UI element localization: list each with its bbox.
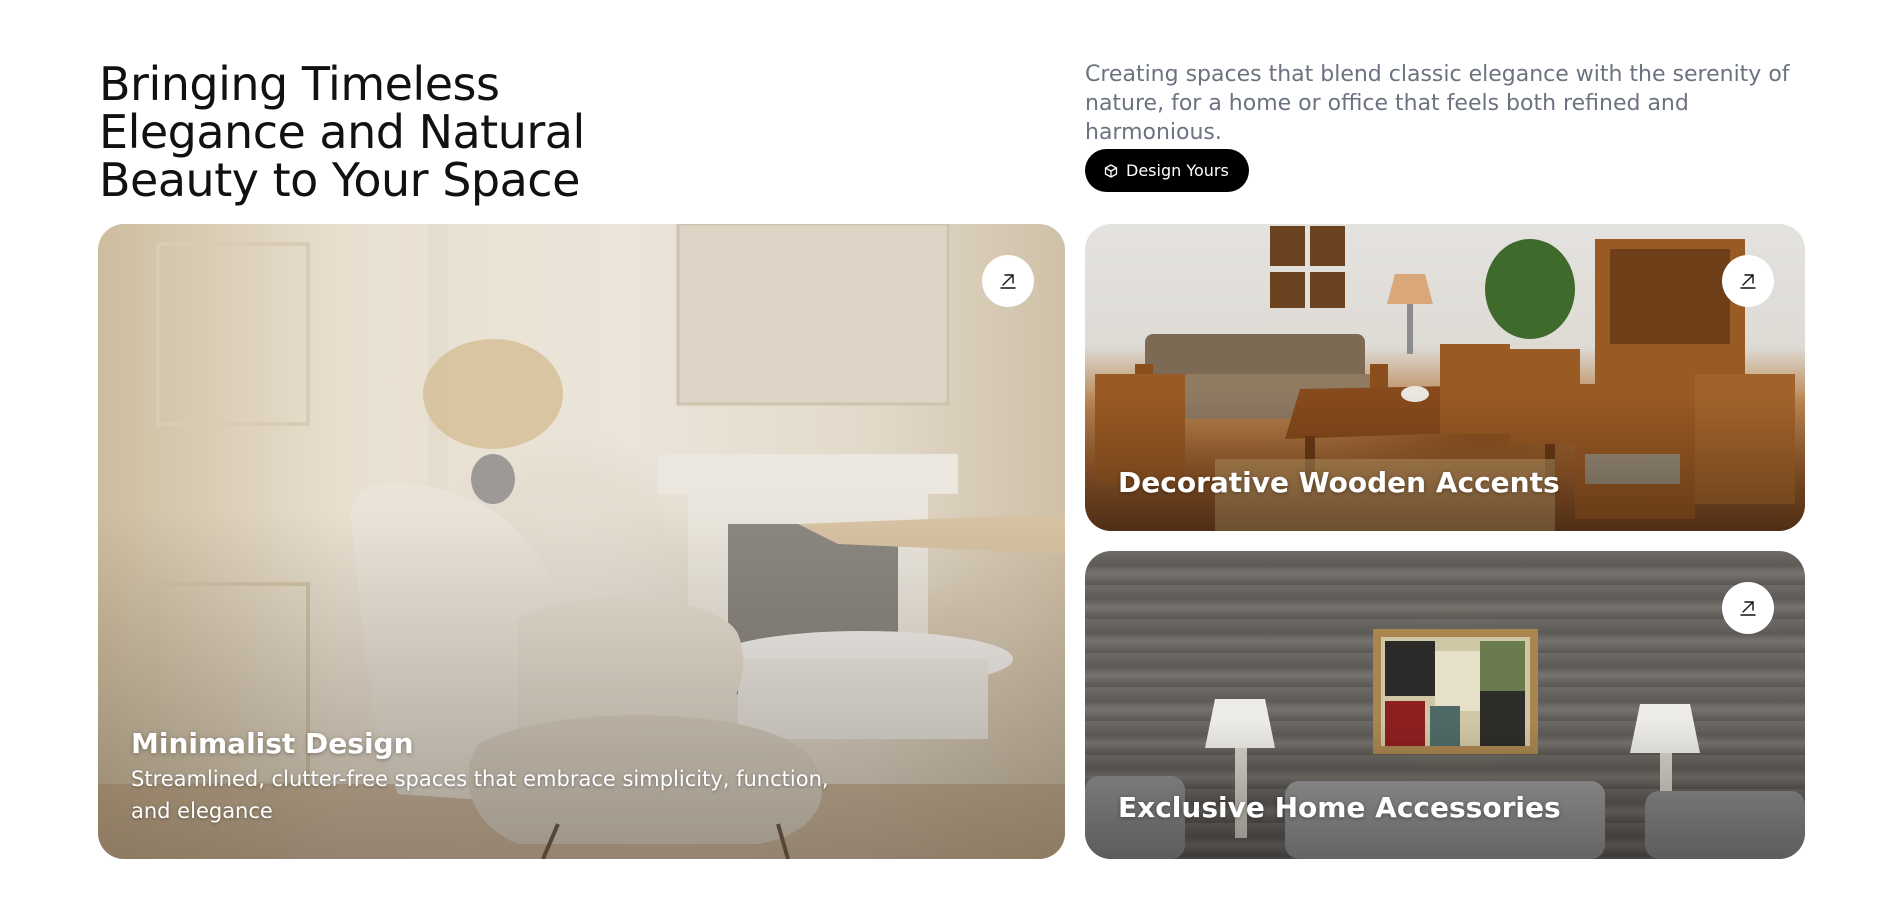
- card-title: Minimalist Design: [131, 727, 414, 760]
- headline-line: Beauty to Your Space: [99, 153, 580, 207]
- page-headline: Bringing Timeless Elegance and Natural B…: [99, 60, 659, 204]
- arrow-up-right-icon: [1738, 270, 1758, 293]
- card-title: Decorative Wooden Accents: [1118, 466, 1560, 499]
- decorative-wooden-accents-link-button[interactable]: [1722, 255, 1774, 307]
- arrow-up-right-icon: [998, 270, 1018, 293]
- arrow-up-right-icon: [1738, 597, 1758, 620]
- card-description: Streamlined, clutter-free spaces that em…: [131, 767, 829, 823]
- cube-icon: [1104, 163, 1118, 178]
- minimalist-design-link-button[interactable]: [982, 255, 1034, 307]
- headline-line: Elegance and Natural: [99, 105, 585, 159]
- intro-text: Creating spaces that blend classic elega…: [1085, 62, 1790, 145]
- exclusive-home-accessories-card[interactable]: Exclusive Home Accessories: [1085, 551, 1805, 859]
- exclusive-home-accessories-link-button[interactable]: [1722, 582, 1774, 634]
- headline-line: Bringing Timeless: [99, 57, 500, 111]
- minimalist-design-card[interactable]: Minimalist Design Streamlined, clutter-f…: [98, 224, 1065, 859]
- decorative-wooden-accents-card[interactable]: Decorative Wooden Accents: [1085, 224, 1805, 531]
- page: Bringing Timeless Elegance and Natural B…: [0, 0, 1898, 901]
- design-yours-button[interactable]: Design Yours: [1085, 149, 1249, 192]
- card-title: Exclusive Home Accessories: [1118, 791, 1561, 824]
- design-yours-label: Design Yours: [1126, 161, 1229, 180]
